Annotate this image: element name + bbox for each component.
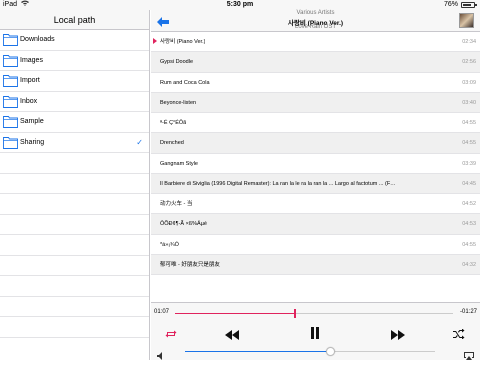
volume-icon [157,347,165,360]
progress-slider[interactable] [175,309,453,318]
volume-slider[interactable] [185,347,435,356]
empty-row [0,153,149,174]
track-name: 动力火车 - 当 [160,201,193,207]
folder-icon [3,95,18,108]
clock: 5:30 pm [226,1,254,8]
track-row[interactable]: Drenched 04:55 [151,133,480,154]
pause-icon[interactable] [310,326,320,339]
track-row[interactable]: *á»¡¾Ó 04:55 [151,235,480,255]
folder-icon [3,74,18,87]
track-row[interactable]: 사랑비 (Piano Ver.) 02:34 [151,32,480,53]
track-duration: 04:32 [462,261,476,268]
folder-item[interactable]: Inbox [0,92,149,112]
folder-icon [3,115,18,128]
track-name: Drenched [160,140,184,147]
track-name: Il Barbiere di Siviglia (1996 Digital Re… [160,180,396,187]
track-row[interactable]: ª-É Ç°ÉÔã 04:55 [151,113,480,134]
track-duration: 04:55 [462,120,476,126]
folder-item[interactable]: Import [0,71,149,92]
volume-knob[interactable] [325,347,335,356]
track-row[interactable]: 动力火车 - 当 04:52 [151,194,480,215]
track-row[interactable]: Rum and Coca Cola 03:09 [151,73,480,93]
folder-list: Downloads Images Import Inbox Sample Sharing ✓ [0,30,149,153]
now-playing-header: Various Artists 사랑비 (Piano Ver.) Love Ra… [151,10,480,32]
rewind-icon[interactable] [225,327,239,340]
folder-icon [3,54,18,67]
repeat-icon[interactable] [165,326,177,338]
empty-row [0,317,149,338]
track-duration: 04:45 [462,180,476,187]
track-name: 사랑비 (Piano Ver.) [160,39,206,45]
track-row[interactable]: ÔÕÐ¢¶-Ã ×ß%Äµé 04:53 [151,214,480,235]
remaining-time: -01:27 [459,309,477,315]
artist-name: Various Artists [296,10,335,16]
track-row[interactable]: Il Barbiere di Siviglia (1996 Digital Re… [151,173,480,194]
folder-label: Sharing [20,138,45,146]
track-duration: 02:34 [462,39,476,45]
track-name: 郁可唯 - 好朋友只是朋友 [160,261,220,268]
fast-forward-icon[interactable] [391,327,405,340]
track-name: Rum and Coca Cola [160,79,210,86]
battery-percent: 76% [443,1,458,8]
folder-item[interactable]: Images [0,51,149,71]
elapsed-time: 01:07 [154,309,170,315]
folder-label: Inbox [20,97,38,105]
track-row[interactable]: Gypsi Doodle 02:56 [151,52,480,73]
checkmark-icon: ✓ [136,137,143,147]
sidebar: Local path Downloads Images Import Inbox Sam… [0,10,150,360]
now-playing-indicator-icon [153,38,157,44]
track-duration: 04:55 [462,140,476,147]
empty-row [0,174,149,194]
track-duration: 03:40 [462,99,476,106]
volume-fill [185,351,330,352]
empty-row [0,215,149,235]
track-duration: 03:39 [462,160,476,167]
track-duration: 04:53 [462,221,476,228]
track-duration: 03:09 [462,79,476,86]
folder-item[interactable]: Sharing ✓ [0,133,149,153]
battery-icon [461,2,475,8]
folder-label: Downloads [20,36,55,43]
folder-label: Sample [20,118,44,125]
folder-item[interactable]: Sample [0,112,149,133]
album-name: Love Rain OST [294,24,337,30]
empty-row [0,235,149,256]
empty-row [0,256,149,276]
progress-knob[interactable] [293,309,296,318]
empty-row [0,297,149,317]
track-name: Gangnam Style [160,160,198,167]
track-duration: 02:56 [462,59,476,66]
track-name: *á»¡¾Ó [160,241,179,248]
track-duration: 04:55 [462,241,476,248]
track-name: ª-É Ç°ÉÔã [160,120,187,126]
status-bar: iPad 5:30 pm 76% [0,0,480,10]
shuffle-icon[interactable] [453,326,465,340]
track-name: Gypsi Doodle [160,59,194,66]
track-row[interactable]: 郁可唯 - 好朋友只是朋友 04:32 [151,254,480,275]
track-name: Beyonce-listen [160,99,197,106]
track-name: ÔÕÐ¢¶-Ã ×ß%Äµé [160,221,207,228]
airplay-icon[interactable] [464,347,474,360]
track-list: 사랑비 (Piano Ver.) 02:34 Gypsi Doodle 02:56 Ru… [151,32,480,275]
album-art[interactable] [459,13,474,28]
sidebar-title: Local path [0,10,149,30]
player-controls: 01:07 -01:27 [151,302,480,360]
folder-label: Import [20,77,40,84]
track-duration: 04:52 [462,201,476,207]
empty-row [0,194,149,215]
track-row[interactable]: Beyonce-listen 03:40 [151,92,480,113]
folder-icon [3,136,18,149]
folder-icon [3,33,18,46]
progress-fill [175,313,295,314]
folder-label: Images [20,56,43,64]
empty-row [0,276,149,297]
folder-item[interactable]: Downloads [0,30,149,51]
track-row[interactable]: Gangnam Style 03:39 [151,154,480,174]
